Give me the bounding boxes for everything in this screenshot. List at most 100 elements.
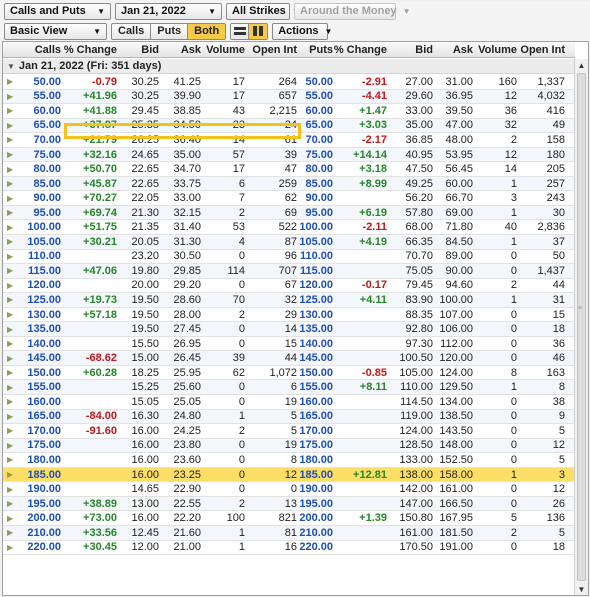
call-open-int[interactable]: 1,072 bbox=[247, 366, 299, 380]
table-row[interactable]: ▶ 190.00 14.65 22.90 0 0 190.00 142.00 161.00 0 12 bbox=[3, 482, 575, 497]
call-bid[interactable]: 23.20 bbox=[119, 250, 161, 264]
call-ask[interactable]: 21.60 bbox=[161, 526, 203, 540]
call-bid[interactable]: 19.50 bbox=[119, 308, 161, 322]
put-open-int[interactable]: 30 bbox=[519, 206, 567, 220]
call-bid[interactable]: 20.05 bbox=[119, 235, 161, 249]
put-bid[interactable]: 124.00 bbox=[389, 424, 435, 438]
call-volume[interactable]: 70 bbox=[203, 293, 247, 307]
call-volume[interactable]: 14 bbox=[203, 133, 247, 147]
put-open-int[interactable]: 180 bbox=[519, 148, 567, 162]
put-open-int[interactable]: 2,836 bbox=[519, 220, 567, 234]
put-strike[interactable]: 170.00 bbox=[299, 424, 335, 438]
call-strike[interactable]: 105.00 bbox=[13, 235, 63, 249]
put-bid[interactable]: 128.50 bbox=[389, 439, 435, 453]
call-bid[interactable]: 26.25 bbox=[119, 133, 161, 147]
call-bid[interactable]: 20.00 bbox=[119, 279, 161, 293]
call-strike[interactable]: 125.00 bbox=[13, 293, 63, 307]
table-row[interactable]: ▶ 75.00 +32.16 24.65 35.00 57 39 75.00 +14.14 40.… bbox=[3, 147, 575, 163]
put-strike[interactable]: 160.00 bbox=[299, 395, 335, 409]
put-volume[interactable]: 3 bbox=[475, 191, 519, 205]
put-bid[interactable]: 92.80 bbox=[389, 322, 435, 336]
put-open-int[interactable]: 44 bbox=[519, 279, 567, 293]
put-pct-change[interactable] bbox=[335, 424, 389, 438]
put-pct-change[interactable] bbox=[335, 439, 389, 453]
header-put-open-int[interactable]: Open Int bbox=[519, 42, 567, 57]
put-volume[interactable]: 0 bbox=[475, 424, 519, 438]
put-volume[interactable]: 0 bbox=[475, 250, 519, 264]
call-volume[interactable]: 6 bbox=[203, 177, 247, 191]
put-strike[interactable]: 190.00 bbox=[299, 482, 335, 496]
put-open-int[interactable]: 158 bbox=[519, 133, 567, 147]
table-row[interactable]: ▶ 130.00 +57.18 19.50 28.00 2 29 130.00 88.35 107… bbox=[3, 308, 575, 323]
put-volume[interactable]: 0 bbox=[475, 351, 519, 365]
table-row[interactable]: ▶ 85.00 +45.87 22.65 33.75 6 259 85.00 +8.99 49.2… bbox=[3, 176, 575, 192]
put-ask[interactable]: 152.50 bbox=[435, 453, 475, 467]
put-open-int[interactable]: 136 bbox=[519, 511, 567, 525]
header-puts[interactable]: Puts bbox=[299, 42, 335, 57]
call-volume[interactable]: 4 bbox=[203, 235, 247, 249]
call-strike[interactable]: 200.00 bbox=[13, 511, 63, 525]
call-bid[interactable]: 30.25 bbox=[119, 75, 161, 89]
put-strike[interactable]: 50.00 bbox=[299, 75, 335, 89]
put-pct-change[interactable] bbox=[335, 541, 389, 555]
put-ask[interactable]: 56.45 bbox=[435, 162, 475, 176]
put-strike[interactable]: 95.00 bbox=[299, 206, 335, 220]
call-open-int[interactable]: 96 bbox=[247, 250, 299, 264]
put-volume[interactable]: 160 bbox=[475, 75, 519, 89]
table-row[interactable]: ▶ 145.00 -68.62 15.00 26.45 39 44 145.00 100.50 1… bbox=[3, 351, 575, 366]
call-open-int[interactable]: 69 bbox=[247, 206, 299, 220]
put-open-int[interactable]: 37 bbox=[519, 235, 567, 249]
put-volume[interactable]: 32 bbox=[475, 119, 519, 133]
table-row[interactable]: ▶ 210.00 +33.56 12.45 21.60 1 81 210.00 161.00 18… bbox=[3, 525, 575, 541]
table-row[interactable]: ▶ 185.00 16.00 23.25 0 12 185.00 +12.81 138.00 15… bbox=[3, 467, 575, 483]
call-ask[interactable]: 21.00 bbox=[161, 541, 203, 555]
call-volume[interactable]: 114 bbox=[203, 264, 247, 278]
put-pct-change[interactable]: +3.03 bbox=[335, 119, 389, 133]
put-volume[interactable]: 0 bbox=[475, 482, 519, 496]
call-strike[interactable]: 55.00 bbox=[13, 90, 63, 104]
put-volume[interactable]: 0 bbox=[475, 410, 519, 424]
put-ask[interactable]: 84.50 bbox=[435, 235, 475, 249]
put-volume[interactable]: 36 bbox=[475, 104, 519, 118]
call-bid[interactable]: 24.65 bbox=[119, 148, 161, 162]
table-row[interactable]: ▶ 195.00 +38.89 13.00 22.55 2 13 195.00 147.00 16… bbox=[3, 496, 575, 512]
call-strike[interactable]: 85.00 bbox=[13, 177, 63, 191]
call-pct-change[interactable]: +51.75 bbox=[63, 220, 119, 234]
call-volume[interactable]: 57 bbox=[203, 148, 247, 162]
put-pct-change[interactable] bbox=[335, 526, 389, 540]
call-bid[interactable]: 13.00 bbox=[119, 497, 161, 511]
calls-toggle[interactable]: Calls bbox=[112, 23, 152, 39]
put-pct-change[interactable]: +8.11 bbox=[335, 380, 389, 394]
put-strike[interactable]: 185.00 bbox=[299, 468, 335, 482]
call-strike[interactable]: 165.00 bbox=[13, 410, 63, 424]
call-strike[interactable]: 155.00 bbox=[13, 380, 63, 394]
call-strike[interactable]: 75.00 bbox=[13, 148, 63, 162]
put-ask[interactable]: 124.00 bbox=[435, 366, 475, 380]
header-put-pct-change[interactable]: % Change bbox=[334, 42, 389, 57]
put-volume[interactable]: 12 bbox=[475, 148, 519, 162]
table-row[interactable]: ▶ 100.00 +51.75 21.35 31.40 53 522 100.00 -2.11 6… bbox=[3, 220, 575, 236]
call-strike[interactable]: 180.00 bbox=[13, 453, 63, 467]
put-strike[interactable]: 75.00 bbox=[299, 148, 335, 162]
view-select[interactable]: Basic View ▼ bbox=[4, 22, 107, 40]
call-pct-change[interactable]: +37.87 bbox=[63, 119, 119, 133]
put-bid[interactable]: 27.00 bbox=[389, 75, 435, 89]
put-volume[interactable]: 1 bbox=[475, 380, 519, 394]
put-strike[interactable]: 180.00 bbox=[299, 453, 335, 467]
call-volume[interactable]: 1 bbox=[203, 410, 247, 424]
call-ask[interactable]: 28.00 bbox=[161, 308, 203, 322]
put-ask[interactable]: 31.00 bbox=[435, 75, 475, 89]
put-ask[interactable]: 89.00 bbox=[435, 250, 475, 264]
call-open-int[interactable]: 62 bbox=[247, 191, 299, 205]
call-volume[interactable]: 62 bbox=[203, 366, 247, 380]
call-volume[interactable]: 100 bbox=[203, 511, 247, 525]
put-open-int[interactable]: 243 bbox=[519, 191, 567, 205]
list-layout-button[interactable] bbox=[231, 23, 250, 39]
put-strike[interactable]: 145.00 bbox=[299, 351, 335, 365]
put-ask[interactable]: 60.00 bbox=[435, 177, 475, 191]
put-bid[interactable]: 29.60 bbox=[389, 90, 435, 104]
call-open-int[interactable]: 15 bbox=[247, 337, 299, 351]
put-volume[interactable]: 2 bbox=[475, 133, 519, 147]
call-pct-change[interactable] bbox=[63, 453, 119, 467]
call-ask[interactable]: 22.20 bbox=[161, 511, 203, 525]
